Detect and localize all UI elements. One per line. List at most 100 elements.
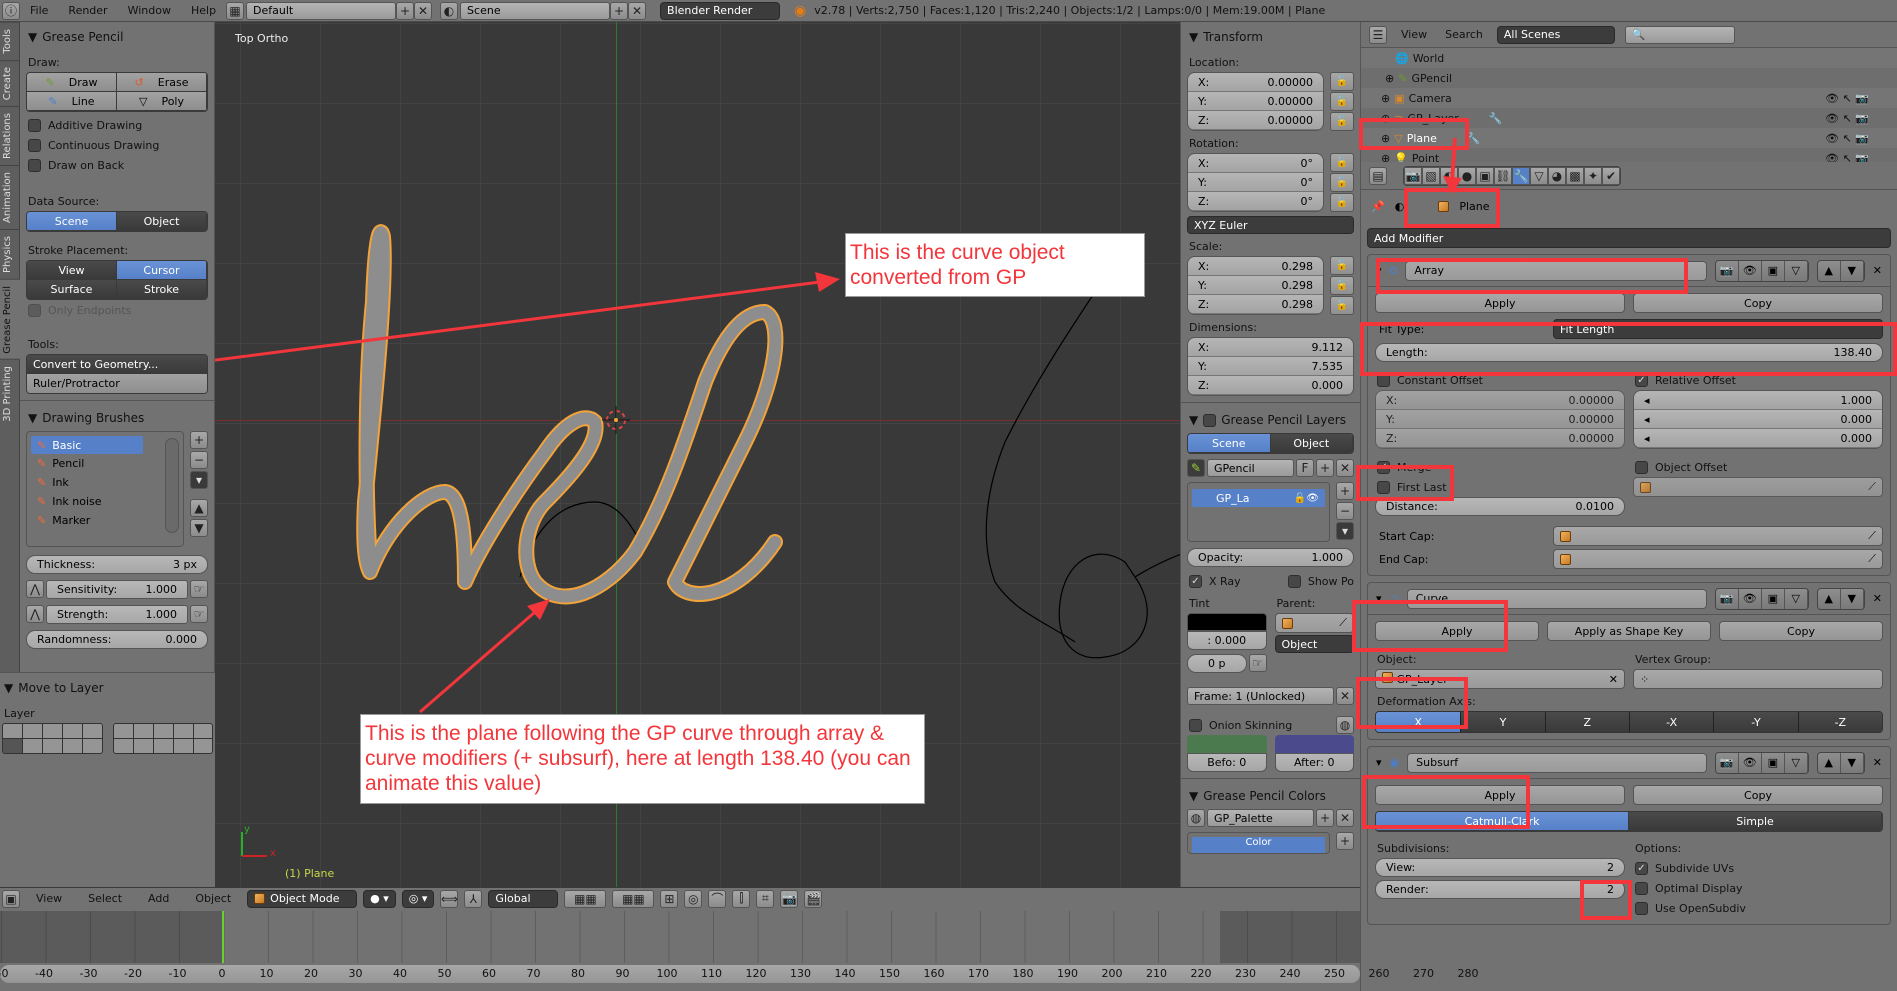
lock-icon[interactable]: 🔓 — [1330, 296, 1354, 315]
add-brush-icon[interactable]: + — [190, 431, 208, 449]
tab-create[interactable]: Create — [0, 59, 20, 106]
move-up-icon[interactable]: ▲ — [1817, 588, 1841, 609]
editmode-toggle-icon[interactable]: ▣ — [1761, 752, 1785, 773]
randomness-slider[interactable]: Randomness: 0.000 — [26, 630, 208, 649]
screen-layout-icon[interactable]: ▦ — [226, 1, 245, 20]
view-levels-field[interactable]: View: 2 — [1375, 858, 1625, 877]
lock-icon[interactable]: 🔓 — [1330, 173, 1354, 192]
axis-neg-z[interactable]: -Z — [1797, 712, 1882, 732]
unlink-gpencil-icon[interactable]: ✕ — [1336, 459, 1354, 477]
axis-neg-y[interactable]: -Y — [1713, 712, 1798, 732]
pivot-dropdown[interactable]: ◎ ▾ — [401, 889, 435, 908]
remove-layout-icon[interactable]: ✕ — [414, 1, 433, 20]
continuous-drawing-checkbox[interactable]: Continuous Drawing — [26, 135, 208, 155]
remove-brush-icon[interactable]: − — [190, 451, 208, 469]
tint-factor[interactable]: : 0.000 — [1187, 631, 1267, 650]
start-cap-field[interactable]: ⟋ — [1553, 526, 1883, 546]
onion-before-field[interactable]: Befo: 0 — [1187, 753, 1267, 772]
gp-layers-header[interactable]: ▼ Grease Pencil Layers — [1187, 409, 1354, 433]
render-toggle-icon[interactable]: 📷 — [1715, 752, 1739, 773]
gp-layer-item[interactable]: GP_La 🔓👁 — [1192, 489, 1325, 507]
subsurf-modifier-name[interactable]: Subsurf — [1407, 752, 1707, 773]
thickness-change[interactable]: 0 p — [1187, 654, 1247, 673]
brush-item-basic[interactable]: ✎ Basic — [31, 436, 143, 454]
render-image-icon[interactable]: 📷 — [780, 889, 799, 908]
rotation-fields[interactable]: X: 0° Y: 0° Z: 0° — [1187, 153, 1324, 212]
lock-layers-icon[interactable]: ⊞ — [660, 889, 679, 908]
erase-button[interactable]: ↺ Erase — [117, 73, 207, 92]
cage-toggle-icon[interactable]: ▽ — [1784, 588, 1808, 609]
fit-type-dropdown[interactable]: Fit Length — [1553, 319, 1883, 339]
properties-editor-icon[interactable]: ▤ — [1369, 166, 1387, 185]
tab-3d-printing[interactable]: 3D Printing — [0, 359, 20, 429]
vp-menu-view[interactable]: View — [26, 892, 72, 905]
eyedropper-icon[interactable]: ⟋ — [1339, 616, 1347, 630]
new-palette-icon[interactable]: + — [1316, 809, 1334, 827]
remove-modifier-icon[interactable]: ✕ — [1873, 592, 1882, 605]
add-layer-icon[interactable]: + — [1336, 482, 1354, 500]
scale-fields[interactable]: X: 0.298 Y: 0.298 Z: 0.298 — [1187, 256, 1324, 315]
move-down-icon[interactable]: ▼ — [1840, 260, 1864, 281]
pin-icon[interactable]: 📌 — [1371, 200, 1385, 213]
drawing-brushes-header[interactable]: ▼ Drawing Brushes — [26, 407, 208, 431]
outliner-item-world[interactable]: 🌐 World — [1361, 48, 1897, 68]
use-opensubdiv-checkbox[interactable]: Use OpenSubdiv — [1633, 898, 1883, 918]
viewport-toggle-icon[interactable]: 👁 — [1738, 260, 1762, 281]
shading-dropdown[interactable]: ● ▾ — [363, 889, 396, 908]
menu-file[interactable]: File — [20, 4, 58, 17]
curve-copy-button[interactable]: Copy — [1719, 621, 1883, 641]
lock-icon[interactable]: 🔓 — [1330, 112, 1354, 131]
timeline-ruler[interactable]: -50 -40 -30 -20 -10 0 10 20 30 40 50 60 70 80 90 100 110… — [0, 965, 1479, 983]
gp-colors-header[interactable]: ▼ Grease Pencil Colors — [1187, 785, 1354, 809]
gp-source-object[interactable]: Object — [1270, 434, 1353, 453]
object-tab-icon[interactable]: ▣ — [1476, 166, 1494, 185]
material-tab-icon[interactable]: ◕ — [1548, 166, 1566, 185]
draw-button[interactable]: ✎ Draw — [27, 73, 117, 92]
only-endpoints-checkbox[interactable]: Only Endpoints — [26, 300, 208, 320]
outliner-search-input[interactable]: 🔍 — [1624, 25, 1735, 44]
ruler-protractor-button[interactable]: Ruler/Protractor — [27, 374, 207, 393]
subsurf-copy-button[interactable]: Copy — [1633, 785, 1883, 805]
optimal-display-checkbox[interactable]: Optimal Display — [1633, 878, 1883, 898]
dimension-fields[interactable]: X: 9.112 Y: 7.535 Z: 0.000 — [1187, 337, 1354, 396]
gp-source-scene[interactable]: Scene — [1188, 434, 1271, 453]
remove-layer-icon[interactable]: − — [1336, 502, 1354, 520]
unlink-palette-icon[interactable]: ✕ — [1336, 809, 1354, 827]
relative-offset-checkbox[interactable]: ✓ Relative Offset — [1633, 370, 1883, 390]
line-button[interactable]: ✎ Line — [27, 92, 117, 111]
collapse-icon[interactable]: ▾ — [1376, 264, 1382, 277]
show-points-checkbox[interactable]: Show Po — [1286, 571, 1354, 591]
parent-object-field[interactable]: ⟋ — [1274, 613, 1354, 633]
snap-icon[interactable]: ⌒ — [708, 889, 727, 908]
collapse-icon[interactable]: ▾ — [1376, 592, 1382, 605]
palette-icon[interactable]: ◍ — [1187, 809, 1205, 827]
constant-offset-fields[interactable]: X: 0.00000 Y: 0.00000 Z: 0.00000 — [1375, 390, 1625, 449]
layers-grid-icon-2[interactable]: ▦▦ — [612, 889, 655, 908]
move-up-icon[interactable]: ▲ — [1817, 260, 1841, 281]
lock-icon[interactable]: 🔓 — [1330, 92, 1354, 111]
data-source-scene[interactable]: Scene — [27, 212, 117, 231]
screen-layout-field[interactable]: Default — [246, 1, 397, 20]
render-levels-field[interactable]: Render: 2 — [1375, 880, 1625, 899]
brush-item-pencil[interactable]: ✎ Pencil — [31, 454, 179, 473]
outliner-menu-view[interactable]: View — [1397, 28, 1431, 41]
snap-target-icon[interactable]: ⌗ — [756, 889, 775, 908]
constraints-tab-icon[interactable]: ⛓ — [1494, 166, 1512, 185]
apply-shape-key-button[interactable]: Apply as Shape Key — [1547, 621, 1711, 641]
grease-pencil-panel-header[interactable]: ▼ Grease Pencil — [26, 26, 208, 50]
brush-item-ink-noise[interactable]: ✎ Ink noise — [31, 492, 179, 511]
palette-color-item[interactable]: Color — [1192, 837, 1325, 853]
move-down-icon[interactable]: ▼ — [1840, 752, 1864, 773]
vp-menu-select[interactable]: Select — [78, 892, 132, 905]
gpencil-datablock[interactable]: GPencil — [1207, 459, 1294, 477]
menu-render[interactable]: Render — [58, 4, 117, 17]
array-copy-button[interactable]: Copy — [1633, 293, 1883, 313]
gpencil-browse-icon[interactable]: ✎ — [1187, 459, 1205, 477]
layers-grid-icon[interactable]: ▦▦ — [564, 889, 607, 908]
new-gpencil-icon[interactable]: + — [1316, 459, 1334, 477]
relative-offset-fields[interactable]: ◂ 1.000 ◂ 0.000 ◂ 0.000 — [1633, 390, 1883, 449]
scene-icon[interactable]: ◐ — [440, 1, 459, 20]
subdivide-uvs-checkbox[interactable]: ✓ Subdivide UVs — [1633, 858, 1883, 878]
placement-view[interactable]: View — [27, 261, 117, 280]
tint-color-swatch[interactable] — [1187, 613, 1267, 631]
